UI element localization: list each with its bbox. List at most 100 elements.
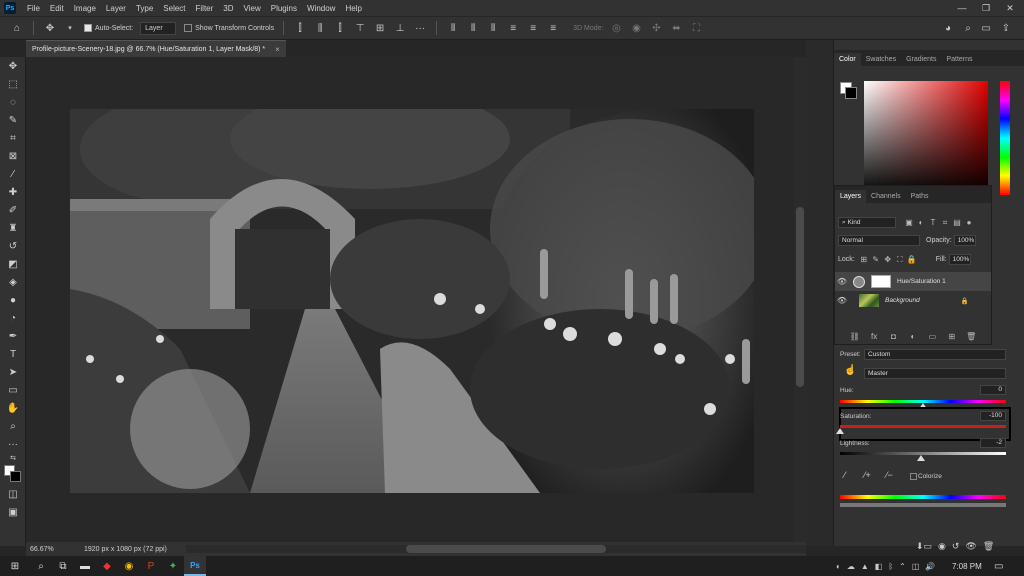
filter-shape-icon[interactable]: ⌗ [940,218,950,228]
horizontal-scrollbar[interactable] [186,545,806,553]
saturation-slider-track[interactable] [840,425,1006,428]
chevron-down-icon[interactable]: ▾ [63,21,77,35]
paint-bucket-tool-icon[interactable]: ◈ [0,273,26,291]
type-tool-icon[interactable]: T [0,345,26,363]
auto-select-dropdown[interactable]: Layer [140,21,177,35]
vertical-scroll-thumb[interactable] [796,207,804,387]
close-window-button[interactable]: ✕ [998,0,1022,16]
canvas-workspace[interactable] [26,57,794,542]
align-bottom-icon[interactable]: ⊥ [393,21,407,35]
menu-file[interactable]: File [22,4,45,13]
powerpoint-icon[interactable]: P [140,556,162,576]
dodge-tool-icon[interactable]: ◔ [0,309,26,327]
color-swatches[interactable] [0,463,26,485]
tray-app-icon[interactable]: ◐ [836,562,841,571]
zoom-tool-icon[interactable]: ⌕ [0,417,26,435]
menu-edit[interactable]: Edit [45,4,69,13]
hue-slider[interactable] [1000,81,1010,195]
menu-type[interactable]: Type [131,4,158,13]
frame-tool-icon[interactable]: ⊠ [0,147,26,165]
eraser-tool-icon[interactable]: ◩ [0,255,26,273]
filter-smart-object-icon[interactable]: ▤ [952,218,962,228]
eyedropper-add-icon[interactable]: ⁄+ [864,470,871,480]
reset-icon[interactable]: ↺ [952,541,960,552]
home-icon[interactable]: ⌂ [10,21,24,35]
lightness-input[interactable]: -2 [980,438,1006,448]
align-left-icon[interactable]: ⫿ [293,21,307,35]
distribute-middle-icon[interactable]: ≡ [526,21,540,35]
lock-artboard-icon[interactable]: ⛶ [895,255,905,265]
auto-select-checkbox[interactable] [84,24,92,32]
delete-adjustment-icon[interactable]: 🗑 [983,541,994,552]
lock-transparent-icon[interactable]: ⊞ [859,255,869,265]
quick-select-tool-icon[interactable]: ✎ [0,111,26,129]
tab-layers[interactable]: Layers [835,190,867,203]
photoshop-taskbar-icon[interactable]: Ps [184,556,206,576]
document-tab[interactable]: Profile-picture-Scenery-18.jpg @ 66.7% (… [26,40,286,57]
screen-mode-icon[interactable]: ▣ [0,503,26,521]
clip-to-layer-icon[interactable]: ⬇▭ [916,541,932,552]
move-tool-icon[interactable]: ✥ [43,21,57,35]
swap-colors-icon[interactable]: ⇆ [0,453,26,463]
tab-patterns[interactable]: Patterns [941,53,977,66]
distribute-left-icon[interactable]: ⦀ [446,21,460,35]
horizontal-scroll-thumb[interactable] [406,545,606,553]
history-brush-tool-icon[interactable]: ↺ [0,237,26,255]
tray-app2-icon[interactable]: ▲ [861,562,869,571]
share-export-icon[interactable]: ⇪ [999,21,1013,35]
quick-mask-icon[interactable]: ◫ [0,485,26,503]
saturation-slider-thumb[interactable] [836,428,844,434]
tab-color[interactable]: Color [834,53,861,66]
vertical-scrollbar[interactable] [794,57,806,542]
app-green-icon[interactable]: ✦ [162,556,184,576]
filter-pixel-icon[interactable]: ▣ [904,218,914,228]
zoom-level[interactable]: 66.67% [26,546,56,553]
saturation-input[interactable]: -100 [980,411,1006,421]
lock-image-icon[interactable]: ✎ [871,255,881,265]
new-layer-icon[interactable]: ⊞ [947,331,957,341]
menu-filter[interactable]: Filter [191,4,219,13]
pen-tool-icon[interactable]: ✒ [0,327,26,345]
notification-icon[interactable]: ▭ [994,561,1003,572]
tray-cloud-icon[interactable]: ☁ [847,562,855,571]
layer-mask-thumbnail[interactable] [871,275,891,288]
add-mask-icon[interactable]: ◘ [889,331,899,341]
tray-app3-icon[interactable]: ◧ [875,562,883,571]
menu-select[interactable]: Select [158,4,190,13]
blend-mode-dropdown[interactable]: Normal [838,235,920,246]
menu-plugins[interactable]: Plugins [266,4,302,13]
distribute-center-icon[interactable]: ⦀ [466,21,480,35]
eyedropper-icon[interactable]: ⁄ [844,470,846,480]
lock-position-icon[interactable]: ✥ [883,255,893,265]
eyedropper-subtract-icon[interactable]: ⁄− [886,470,893,480]
windows-start-icon[interactable]: ⊞ [0,556,30,576]
volume-icon[interactable]: 🔊 [925,562,935,571]
new-group-icon[interactable]: ▭ [927,331,937,341]
search-icon[interactable]: ⌕ [961,21,975,35]
align-top-icon[interactable]: ⊤ [353,21,367,35]
channel-dropdown[interactable]: Master [864,368,1006,379]
blur-tool-icon[interactable]: ● [0,291,26,309]
distribute-right-icon[interactable]: ⦀ [486,21,500,35]
clone-stamp-tool-icon[interactable]: ♜ [0,219,26,237]
targeted-adjustment-hand-icon[interactable]: ☝ [844,365,856,376]
tab-gradients[interactable]: Gradients [901,53,941,66]
color-picker-field[interactable] [864,81,988,195]
brush-tool-icon[interactable]: ✐ [0,201,26,219]
opacity-input[interactable]: 100% [953,235,976,246]
share-icon[interactable]: ◕ [941,21,955,35]
more-options-icon[interactable]: ··· [413,21,427,35]
workspace-icon[interactable]: ▭ [979,21,993,35]
layer-row-background[interactable]: 👁 Background 🔒 [835,291,991,310]
task-view-icon[interactable]: ⧉ [52,556,74,576]
scale-3d-icon[interactable]: ⛶ [689,21,703,35]
app-red-icon[interactable]: ◆ [96,556,118,576]
menu-image[interactable]: Image [69,4,101,13]
menu-layer[interactable]: Layer [101,4,131,13]
clock-time[interactable]: 7:08 PM [952,562,982,571]
marquee-tool-icon[interactable]: ⬚ [0,75,26,93]
layer-effects-icon[interactable]: fx [869,331,879,341]
network-icon[interactable]: ◫ [912,562,920,571]
minimize-button[interactable]: — [950,0,974,16]
menu-help[interactable]: Help [340,4,366,13]
